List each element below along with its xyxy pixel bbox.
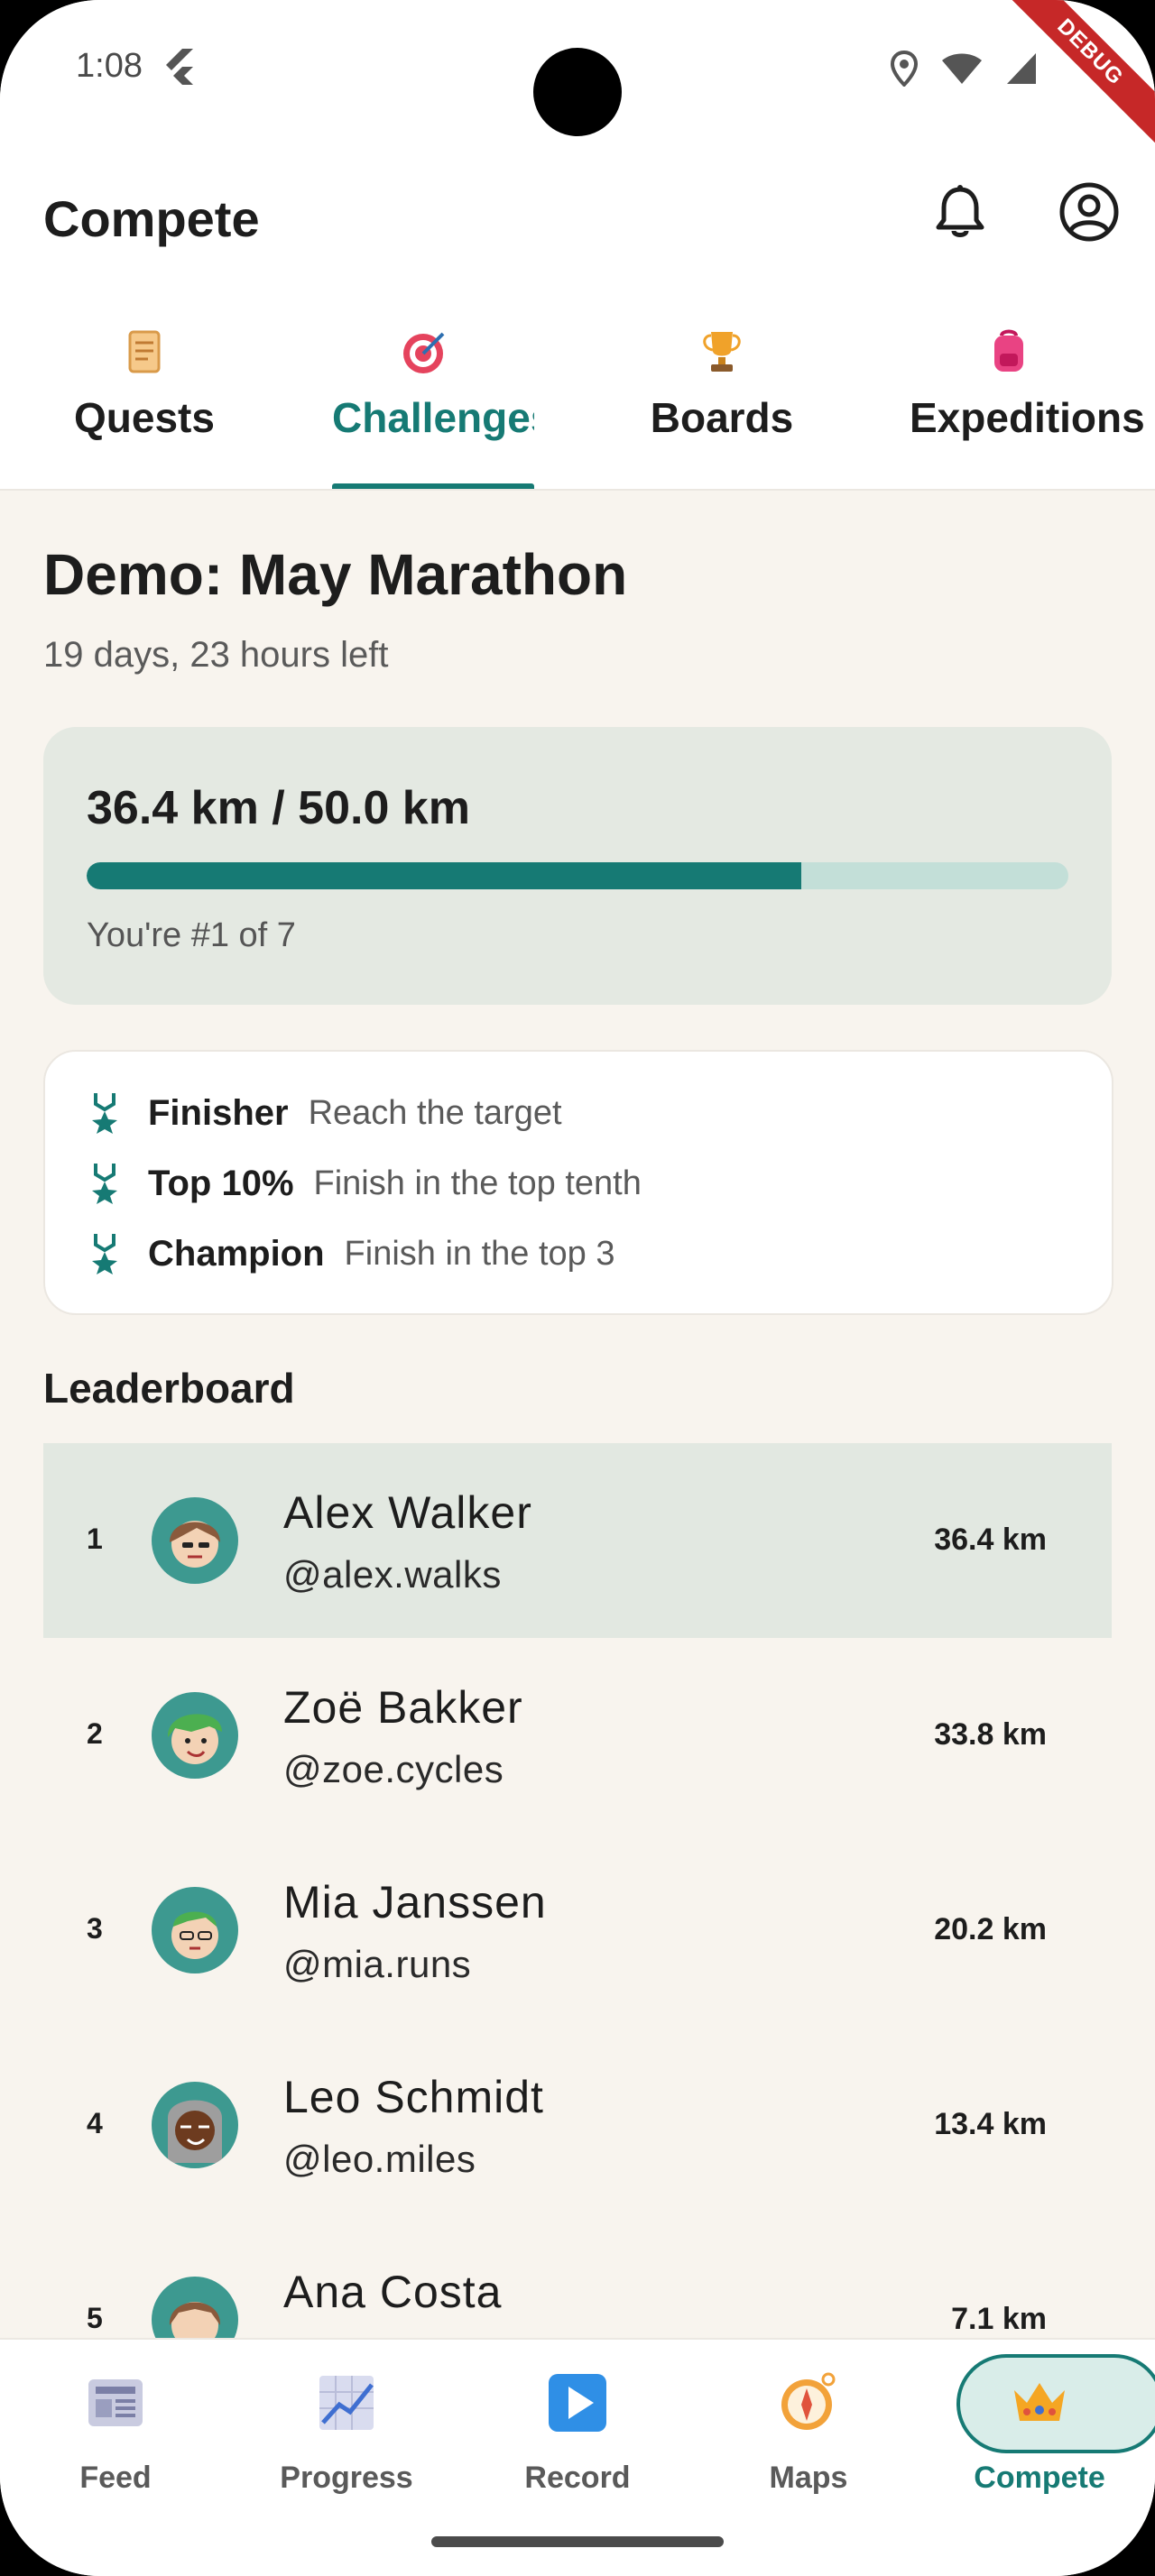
status-icons [890,51,1038,87]
trophy-icon [703,332,741,372]
leaderboard-row[interactable]: 2 Zoë Bakker @zoe.cycles 33.8 km [43,1638,1112,1833]
avatar-face-icon [167,1714,222,1764]
avatar-face-icon [170,1521,220,1568]
rank-number: 3 [87,1912,103,1945]
nav-item-compete[interactable]: Compete [924,2340,1155,2511]
location-icon [890,51,919,87]
target-icon [403,332,445,373]
athlete-distance: 36.4 km [934,1523,1047,1557]
phone-screen: 1:08 DEBUG Compete Quests Challenges Boa… [0,0,1155,2576]
leaderboard-row[interactable]: 3 Mia Janssen @mia.runs 20.2 km [43,1833,1112,2028]
tab-quests[interactable]: Quests [27,289,262,489]
tab-expeditions[interactable]: Expeditions [910,289,1155,489]
medal-icon [92,1093,117,1134]
rank-number: 4 [87,2107,103,2139]
athlete-name: Zoë Bakker [283,1682,523,1733]
app-bar: Compete [0,153,1155,289]
status-time: 1:08 [76,47,143,85]
rank-number: 1 [87,1523,103,1555]
reward-row-finisher: Finisher Reach the target [88,1086,562,1140]
athlete-name: Ana Costa [283,2267,503,2317]
scroll-icon [128,330,161,373]
athlete-distance: 33.8 km [934,1717,1047,1752]
crown-icon [1014,2383,1065,2421]
reward-description: Finish in the top tenth [313,1164,642,1202]
athlete-handle: @zoe.cycles [283,1748,504,1790]
account-button[interactable] [1058,180,1121,244]
nav-label: Progress [280,2461,413,2495]
bell-icon [936,185,984,237]
flutter-icon [166,49,193,85]
progress-bar [87,862,1068,889]
tab-label: Challenges [332,394,534,441]
active-tab-indicator [332,483,534,489]
avatar [152,1497,238,1584]
athlete-handle: @leo.miles [283,2138,476,2180]
account-circle-icon [1059,182,1119,242]
avatar [152,2082,238,2168]
athlete-handle: @alex.walks [283,1553,502,1596]
avatar-face-icon [168,2100,222,2163]
reward-description: Reach the target [308,1093,562,1132]
leaderboard-row[interactable]: 1 Alex Walker @alex.walks 36.4 km [43,1443,1112,1638]
tab-boards[interactable]: Boards [605,289,839,489]
medal-icon [92,1234,117,1274]
tab-label: Boards [650,394,794,441]
home-indicator[interactable] [431,2536,724,2547]
athlete-name: Alex Walker [283,1487,532,1538]
avatar [152,1887,238,1973]
nav-label: Record [524,2461,631,2495]
athlete-handle: @mia.runs [283,1943,472,1985]
leaderboard-title: Leaderboard [43,1365,295,1412]
camera-cutout [533,48,622,136]
reward-name: Finisher [148,1092,289,1133]
tab-bar: Quests Challenges Boards Expeditions [0,289,1155,491]
rank-text: You're #1 of 7 [87,916,296,954]
reward-row-top-10: Top 10% Finish in the top tenth [88,1156,642,1210]
cell-signal-icon [1007,53,1036,84]
athlete-distance: 13.4 km [934,2107,1047,2141]
rank-number: 5 [87,2302,103,2334]
progress-distance: 36.4 km / 50.0 km [87,782,470,834]
athlete-distance: 7.1 km [951,2302,1047,2336]
reward-name: Top 10% [148,1163,294,1203]
tab-label: Quests [74,394,215,441]
avatar [152,1692,238,1779]
nav-item-feed[interactable]: Feed [0,2340,231,2511]
nav-label: Maps [769,2461,848,2495]
nav-item-maps[interactable]: Maps [693,2340,924,2511]
compass-icon [781,2372,836,2430]
medal-icon [92,1164,117,1204]
tab-challenges[interactable]: Challenges [316,289,534,489]
reward-name: Champion [148,1233,325,1274]
chart-icon [319,2376,374,2430]
rank-number: 2 [87,1717,103,1750]
play-icon [549,2374,606,2432]
nav-item-progress[interactable]: Progress [231,2340,462,2511]
athlete-name: Leo Schmidt [283,2072,544,2122]
reward-description: Finish in the top 3 [344,1234,615,1273]
progress-card: 36.4 km / 50.0 km You're #1 of 7 [43,727,1112,1005]
nav-label: Feed [79,2461,152,2495]
reward-row-champion: Champion Finish in the top 3 [88,1227,615,1281]
newspaper-icon [88,2379,143,2426]
challenge-title: Demo: May Marathon [43,542,628,607]
challenge-time-left: 19 days, 23 hours left [43,635,389,675]
nav-label: Compete [974,2461,1105,2495]
backpack-icon [994,329,1023,372]
leaderboard-row[interactable]: 4 Leo Schmidt @leo.miles 13.4 km [43,2028,1112,2222]
status-bar: 1:08 DEBUG [0,0,1155,153]
athlete-name: Mia Janssen [283,1877,547,1927]
tab-label: Expeditions [910,394,1145,441]
rewards-card: Finisher Reach the target Top 10% Finish… [43,1050,1113,1315]
page-title: Compete [43,190,260,247]
progress-bar-fill [87,862,802,889]
nav-item-record[interactable]: Record [462,2340,693,2511]
notifications-button[interactable] [929,182,991,244]
athlete-distance: 20.2 km [934,1912,1047,1946]
avatar-face-icon [171,1911,218,1959]
wifi-icon [942,53,982,84]
